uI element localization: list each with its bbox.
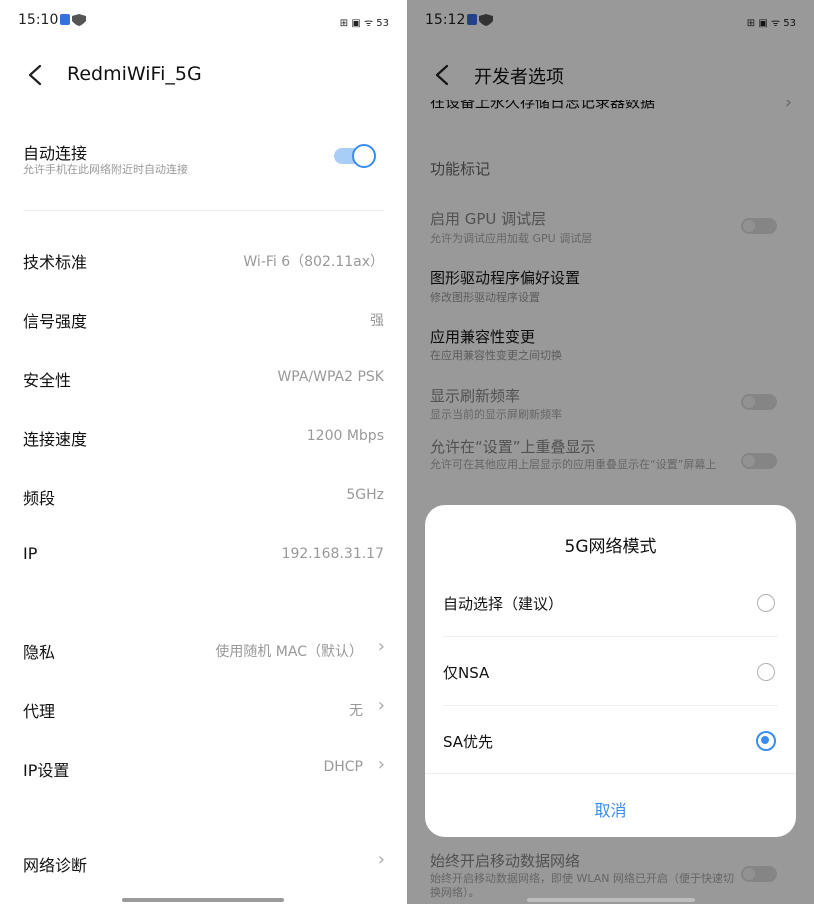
- row-value: Wi-Fi 6（802.11ax）: [243, 254, 384, 270]
- row-label: 代理: [23, 702, 56, 721]
- wifi-details-screen: 15:10 ⊞ ▣ ᯤ 53 RedmiWiFi_5G 自动连接 允许手机在此网…: [0, 0, 407, 904]
- row-label: 网络诊断: [23, 856, 88, 875]
- status-time: 15:10: [18, 12, 59, 28]
- gesture-bar[interactable]: [122, 898, 284, 902]
- row-value: 使用随机 MAC（默认）: [215, 644, 363, 660]
- row-value: WPA/WPA2 PSK: [277, 369, 384, 385]
- back-arrow-icon[interactable]: [26, 64, 46, 86]
- dialog-title: 5G网络模式: [564, 537, 657, 557]
- row-label: 连接速度: [23, 430, 88, 449]
- row-value: 强: [370, 313, 384, 329]
- row-value: 5GHz: [346, 487, 384, 503]
- option-label: SA优先: [443, 733, 494, 751]
- network-mode-dialog: 5G网络模式 自动选择（建议） 仅NSA SA优先 取消: [425, 505, 796, 837]
- radio-unselected-icon[interactable]: [757, 663, 775, 681]
- divider: [23, 210, 384, 211]
- chevron-right-icon: ›: [377, 695, 385, 716]
- option-label: 仅NSA: [443, 664, 490, 682]
- page-title: RedmiWiFi_5G: [67, 63, 202, 85]
- developer-options-screen: 15:12 ⊞ ▣ ᯤ 53 开发者选项 在设备上永久存储日志记录器数据 › 功…: [407, 0, 814, 904]
- status-right-icons: ⊞ ▣ ᯤ 53: [339, 18, 389, 29]
- row-value: DHCP: [323, 759, 363, 775]
- radio-unselected-icon[interactable]: [757, 594, 775, 612]
- chevron-right-icon: ›: [377, 636, 385, 657]
- row-label: 安全性: [23, 371, 72, 390]
- chevron-right-icon: ›: [377, 754, 385, 775]
- divider: [443, 705, 778, 706]
- row-value: 1200 Mbps: [306, 428, 384, 444]
- auto-connect-subtitle: 允许手机在此网络附近时自动连接: [23, 163, 188, 176]
- row-label: 频段: [23, 489, 56, 508]
- option-label: 自动选择（建议）: [443, 595, 564, 613]
- row-label: IP: [23, 544, 38, 563]
- divider: [443, 636, 778, 637]
- toggle-knob: [352, 144, 376, 168]
- chevron-right-icon: ›: [377, 849, 385, 870]
- gesture-bar[interactable]: [527, 898, 695, 902]
- row-value: 无: [349, 703, 363, 719]
- row-label: 隐私: [23, 643, 56, 662]
- status-notification-icons: [60, 14, 86, 26]
- auto-connect-toggle[interactable]: [334, 144, 376, 168]
- row-label: IP设置: [23, 761, 70, 780]
- row-value: 192.168.31.17: [281, 546, 384, 562]
- radio-selected-icon[interactable]: [756, 731, 776, 751]
- row-label: 技术标准: [23, 253, 88, 272]
- row-label: 信号强度: [23, 312, 88, 331]
- divider: [425, 773, 796, 774]
- cancel-button[interactable]: 取消: [425, 797, 796, 821]
